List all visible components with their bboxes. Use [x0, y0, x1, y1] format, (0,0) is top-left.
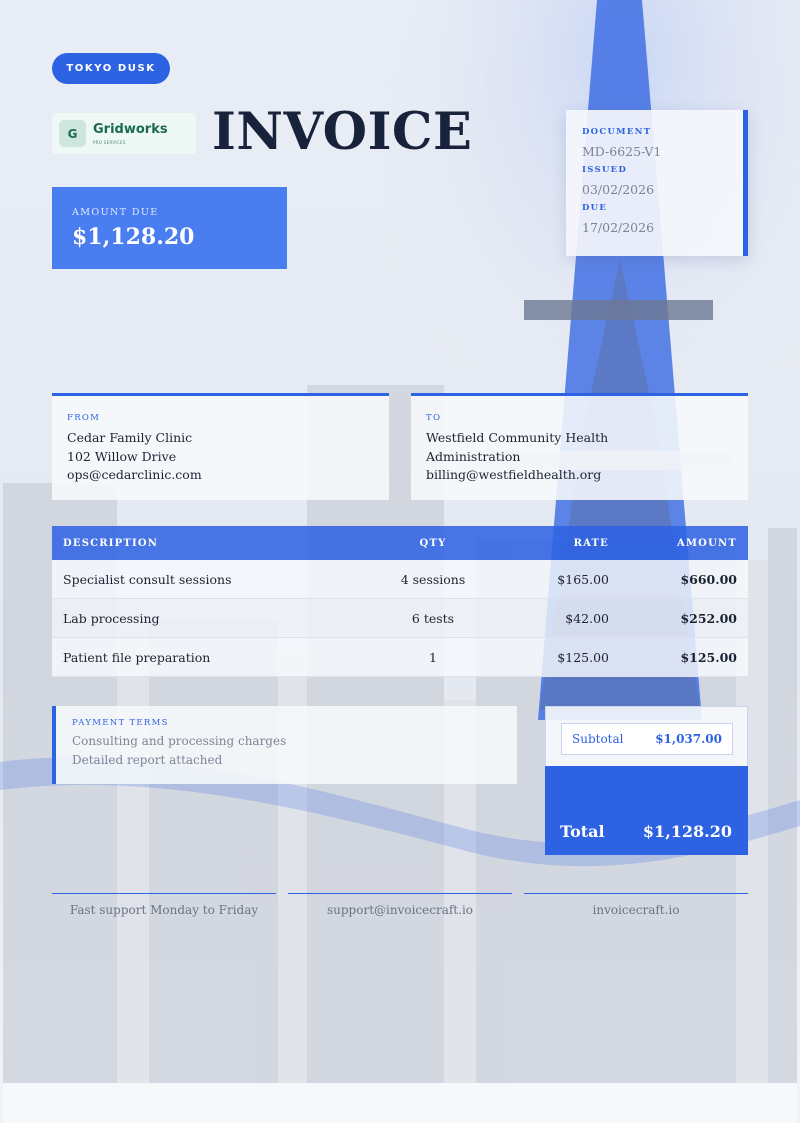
item-description: Lab processing	[52, 598, 364, 638]
header-qty: QTY	[364, 526, 502, 560]
item-qty: 6 tests	[364, 598, 502, 638]
payment-terms-label: PAYMENT TERMS	[72, 718, 169, 728]
total-value: $1,128.20	[642, 822, 732, 841]
payment-terms-line: Detailed report attached	[72, 753, 223, 767]
item-description: Patient file preparation	[52, 637, 364, 677]
payment-terms-line: Consulting and processing charges	[72, 734, 287, 748]
from-address: 102 Willow Drive	[67, 448, 177, 464]
issued-label: ISSUED	[582, 165, 628, 175]
item-qty: 1	[364, 637, 502, 677]
logo-mark-icon: G	[59, 120, 86, 147]
issued-date: 03/02/2026	[582, 182, 655, 197]
document-label: DOCUMENT	[582, 127, 652, 137]
page-title: INVOICE	[212, 102, 473, 162]
to-department: Administration	[426, 448, 521, 464]
table-row: Specialist consult sessions 4 sessions $…	[52, 560, 748, 599]
totals-box: Subtotal $1,037.00 Total $1,128.20	[545, 706, 748, 855]
item-qty: 4 sessions	[364, 560, 502, 599]
total-row: Total $1,128.20	[545, 766, 748, 855]
header-amount: AMOUNT	[620, 526, 748, 560]
theme-badge: TOKYO DUSK	[52, 53, 170, 84]
item-rate: $42.00	[502, 598, 620, 638]
amount-due-value: $1,128.20	[72, 224, 195, 250]
due-date: 17/02/2026	[582, 220, 655, 235]
due-label: DUE	[582, 203, 608, 213]
item-rate: $165.00	[502, 560, 620, 599]
table-row: Lab processing 6 tests $42.00 $252.00	[52, 598, 748, 638]
item-amount: $252.00	[620, 598, 748, 638]
company-logo: G Gridworks PRO SERVICES	[52, 113, 196, 154]
line-items-table: DESCRIPTION QTY RATE AMOUNT Specialist c…	[52, 526, 748, 677]
payment-terms-box: PAYMENT TERMS Consulting and processing …	[52, 706, 517, 784]
amount-due-label: AMOUNT DUE	[72, 207, 159, 218]
total-label: Total	[560, 822, 605, 841]
logo-name: Gridworks	[93, 122, 168, 137]
header-rate: RATE	[502, 526, 620, 560]
subtotal-value: $1,037.00	[655, 732, 722, 746]
from-card: FROM Cedar Family Clinic 102 Willow Driv…	[52, 393, 389, 500]
from-label: FROM	[67, 413, 101, 423]
from-email[interactable]: ops@cedarclinic.com	[67, 466, 374, 485]
header-description: DESCRIPTION	[52, 526, 364, 560]
from-name: Cedar Family Clinic	[67, 430, 193, 445]
document-meta-card: DOCUMENT MD-6625-V1 ISSUED 03/02/2026 DU…	[566, 110, 748, 256]
item-amount: $125.00	[620, 637, 748, 677]
to-label: TO	[426, 413, 442, 423]
to-name: Westfield Community Health	[426, 430, 609, 445]
to-card: TO Westfield Community Health Administra…	[411, 393, 748, 500]
to-email[interactable]: billing@westfieldhealth.org	[426, 466, 733, 485]
footer-support-hours: Fast support Monday to Friday	[52, 893, 276, 917]
item-amount: $660.00	[620, 560, 748, 599]
table-row: Patient file preparation 1 $125.00 $125.…	[52, 637, 748, 677]
document-number: MD-6625-V1	[582, 144, 662, 159]
table-header-row: DESCRIPTION QTY RATE AMOUNT	[52, 526, 748, 560]
subtotal-label: Subtotal	[572, 732, 624, 746]
footer-support-email[interactable]: support@invoicecraft.io	[288, 893, 512, 917]
item-rate: $125.00	[502, 637, 620, 677]
logo-tagline: PRO SERVICES	[93, 140, 126, 145]
item-description: Specialist consult sessions	[52, 560, 364, 599]
footer-website[interactable]: invoicecraft.io	[524, 893, 748, 917]
subtotal-row: Subtotal $1,037.00	[561, 723, 733, 755]
amount-due-box: AMOUNT DUE $1,128.20	[52, 187, 287, 269]
